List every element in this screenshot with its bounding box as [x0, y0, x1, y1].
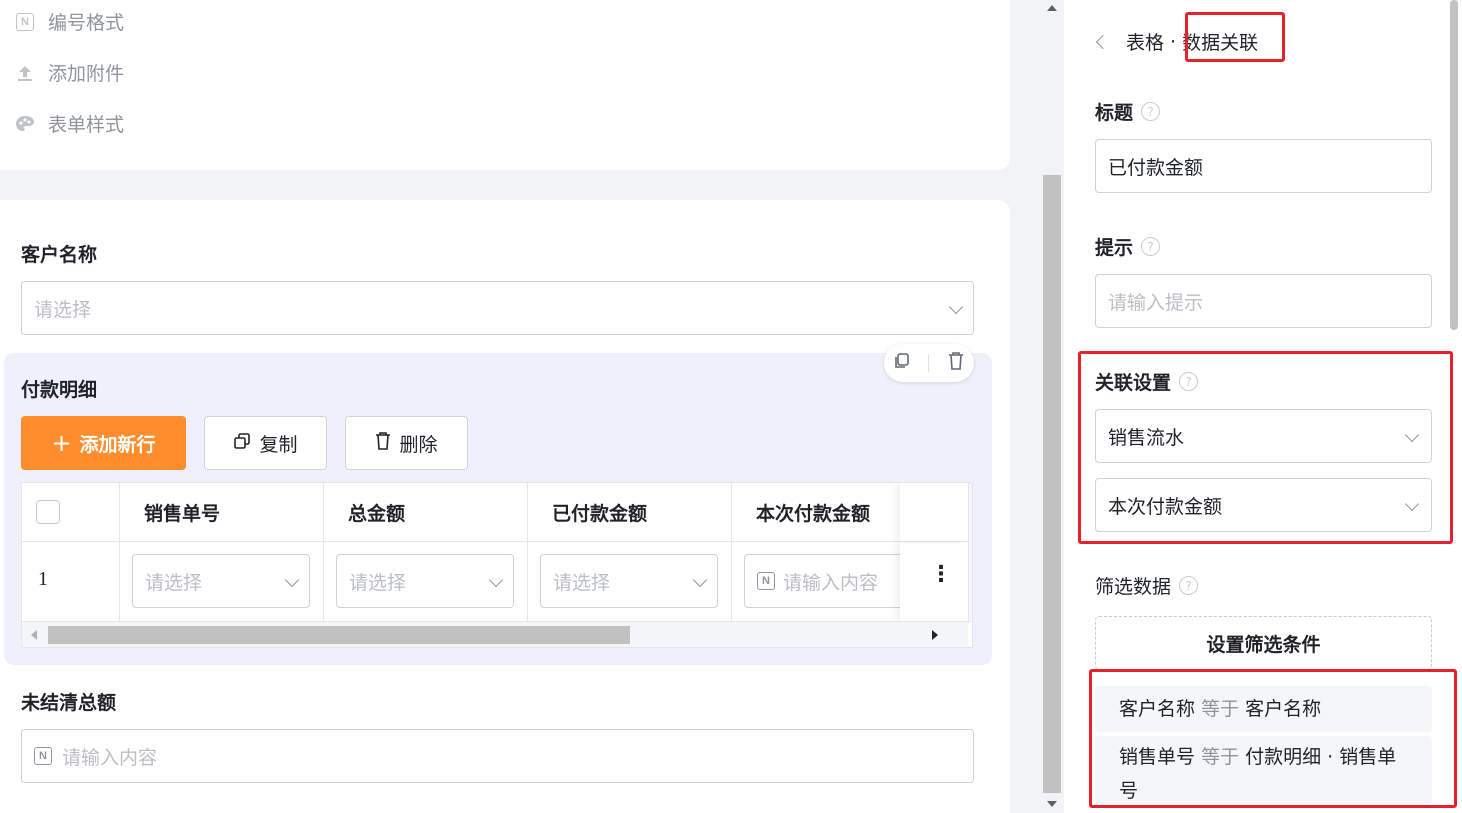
filter-data-label: 筛选数据? [1095, 572, 1199, 599]
hint-input[interactable]: 请输入提示 [1095, 274, 1432, 328]
number-field-icon: N [34, 747, 52, 765]
column-header: 总金额 [324, 483, 528, 541]
chevron-down-icon [948, 299, 964, 315]
subform-toolbar [884, 344, 974, 382]
actions-header [900, 483, 968, 541]
toolbar-divider [928, 354, 930, 372]
hint-label-text: 提示 [1095, 237, 1134, 259]
title-input-value: 已付款金额 [1108, 156, 1204, 179]
scroll-right-arrow-icon[interactable] [932, 630, 938, 640]
highlight-relation-settings [1078, 351, 1453, 544]
customer-name-select[interactable]: 请选择 [21, 281, 974, 335]
more-icon[interactable]: ⋮ [930, 564, 952, 586]
select-placeholder: 请选择 [349, 571, 407, 594]
scrollbar-thumb[interactable] [48, 626, 630, 644]
chevron-down-icon [692, 572, 708, 588]
help-icon[interactable]: ? [1179, 576, 1199, 595]
input-placeholder: 请输入内容 [62, 746, 158, 769]
current-payment-input[interactable]: N 请输入内容 [744, 554, 900, 608]
column-header: 销售单号 [120, 483, 324, 541]
unsettled-total-input[interactable]: N 请输入内容 [21, 729, 974, 783]
customer-name-label: 客户名称 [21, 244, 98, 266]
breadcrumb-separator: · [1170, 30, 1177, 53]
select-all-checkbox[interactable] [36, 500, 60, 524]
form-settings-card: N 编号格式 添加附件 表单样式 [0, 0, 1010, 170]
select-placeholder: 请选择 [553, 571, 611, 594]
number-field-icon: N [757, 572, 775, 590]
copy-button[interactable]: 复制 [204, 416, 327, 470]
unsettled-total-label: 未结清总额 [21, 692, 117, 714]
select-placeholder: 请选择 [34, 298, 92, 321]
table-cell: 请选择 [120, 541, 324, 621]
column-header: 已付款金额 [528, 483, 732, 541]
copy-label: 复制 [259, 433, 298, 456]
help-icon[interactable]: ? [1141, 102, 1161, 121]
table-cell: N 请输入内容 [732, 541, 900, 621]
menu-item-form-style[interactable]: 表单样式 [14, 110, 124, 137]
title-input[interactable]: 已付款金额 [1095, 139, 1432, 193]
back-chevron-icon[interactable] [1095, 34, 1111, 49]
row-index: 1 [38, 568, 48, 590]
total-amount-select[interactable]: 请选择 [336, 554, 514, 608]
scrollbar-thumb[interactable] [1043, 175, 1061, 793]
filter-label-text: 筛选数据 [1095, 576, 1172, 598]
row-actions-cell: ⋮ [900, 541, 968, 621]
hint-placeholder: 请输入提示 [1108, 291, 1204, 314]
hint-label: 提示? [1095, 233, 1161, 260]
help-icon[interactable]: ? [1141, 237, 1161, 256]
title-label-text: 标题 [1095, 102, 1134, 124]
menu-item-label: 添加附件 [48, 63, 125, 85]
panel-scrollbar-thumb[interactable] [1450, 0, 1458, 330]
scroll-left-arrow-icon[interactable] [31, 630, 37, 640]
table-cell: 请选择 [324, 541, 528, 621]
add-row-button[interactable]: + 添加新行 [21, 416, 186, 470]
upload-icon [14, 62, 36, 84]
select-placeholder: 请选择 [145, 571, 203, 594]
payment-detail-table: 销售单号 总金额 已付款金额 本次付款金额 1 请选择 请选择 请选择 N 请输… [21, 482, 973, 648]
copy-icon[interactable] [893, 352, 911, 374]
number-format-icon: N [14, 11, 36, 33]
trash-icon[interactable] [947, 351, 965, 375]
row-index-cell: 1 [22, 541, 120, 621]
highlight-filter-conditions [1089, 669, 1457, 808]
delete-button[interactable]: 删除 [345, 416, 468, 470]
sales-order-select[interactable]: 请选择 [132, 554, 310, 608]
breadcrumb-parent[interactable]: 表格 [1126, 28, 1164, 55]
copy-icon [233, 432, 251, 455]
menu-item-attachment[interactable]: 添加附件 [14, 59, 124, 86]
menu-item-label: 编号格式 [48, 12, 125, 34]
payment-detail-label: 付款明细 [21, 379, 98, 401]
add-row-label: 添加新行 [79, 433, 156, 456]
set-filter-button[interactable]: 设置筛选条件 [1095, 616, 1432, 670]
menu-item-label: 表单样式 [48, 114, 125, 136]
chevron-down-icon [284, 572, 300, 588]
paid-amount-select[interactable]: 请选择 [540, 554, 718, 608]
table-vertical-scrollbar[interactable] [968, 483, 972, 623]
title-label: 标题? [1095, 98, 1161, 125]
select-all-header [22, 483, 120, 541]
input-placeholder: 请输入内容 [783, 571, 879, 594]
trash-icon [375, 431, 391, 456]
plus-icon: + [51, 429, 72, 457]
palette-icon [14, 113, 36, 135]
delete-label: 删除 [399, 433, 438, 456]
scroll-down-arrow-icon[interactable] [1047, 801, 1057, 807]
canvas-scrollbar[interactable] [1040, 0, 1064, 813]
scroll-up-arrow-icon[interactable] [1047, 5, 1057, 11]
chevron-down-icon [488, 572, 504, 588]
highlight-breadcrumb [1185, 12, 1285, 62]
table-horizontal-scrollbar[interactable] [22, 621, 968, 647]
table-cell: 请选择 [528, 541, 732, 621]
menu-item-number-format[interactable]: N 编号格式 [14, 8, 124, 35]
